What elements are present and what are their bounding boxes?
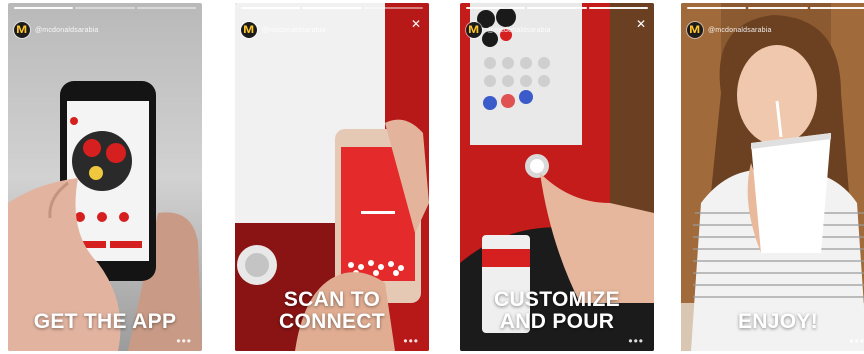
story-card-scan-to-connect[interactable]: M @mcdonaldsarabia ✕ SCAN TO CONNECT •••: [235, 3, 429, 351]
golden-arches-icon: M: [16, 23, 28, 36]
mcdonalds-logo-avatar[interactable]: M: [14, 22, 30, 38]
story-header[interactable]: M @mcdonaldsarabia: [241, 22, 326, 38]
mcdonalds-logo-avatar[interactable]: M: [466, 22, 482, 38]
story-progress-bar: [14, 7, 196, 9]
golden-arches-icon: M: [468, 23, 480, 36]
story-card-enjoy[interactable]: M @mcdonaldsarabia ENJOY! •••: [681, 3, 864, 351]
story-header[interactable]: M @mcdonaldsarabia: [466, 22, 551, 38]
close-icon[interactable]: ✕: [411, 18, 421, 30]
account-name[interactable]: @mcdonaldsarabia: [262, 27, 326, 34]
close-icon[interactable]: ✕: [636, 18, 646, 30]
mcdonalds-logo-avatar[interactable]: M: [241, 22, 257, 38]
account-name[interactable]: @mcdonaldsarabia: [35, 27, 99, 34]
story-card-get-the-app[interactable]: M @mcdonaldsarabia GET THE APP •••: [8, 3, 202, 351]
story-caption: CUSTOMIZE AND POUR: [494, 288, 620, 333]
story-caption: GET THE APP: [33, 310, 177, 333]
golden-arches-icon: M: [689, 23, 701, 36]
story-header[interactable]: M @mcdonaldsarabia: [14, 22, 99, 38]
story-header[interactable]: M @mcdonaldsarabia: [687, 22, 772, 38]
story-progress-bar: [241, 7, 423, 9]
golden-arches-icon: M: [243, 23, 255, 36]
story-photo-woman-drinking: [681, 3, 864, 351]
story-caption: ENJOY!: [738, 310, 818, 333]
more-options-icon[interactable]: •••: [628, 335, 644, 347]
more-options-icon[interactable]: •••: [176, 335, 192, 347]
mcdonalds-logo-avatar[interactable]: M: [687, 22, 703, 38]
story-progress-bar: [466, 7, 648, 9]
more-options-icon[interactable]: •••: [403, 335, 419, 347]
story-caption: SCAN TO CONNECT: [279, 288, 385, 333]
story-progress-bar: [687, 7, 864, 9]
more-options-icon[interactable]: •••: [849, 335, 864, 347]
story-photo-phone-app: [8, 3, 202, 351]
account-name[interactable]: @mcdonaldsarabia: [487, 27, 551, 34]
story-card-customize-and-pour[interactable]: M @mcdonaldsarabia ✕ CUSTOMIZE AND POUR …: [460, 3, 654, 351]
account-name[interactable]: @mcdonaldsarabia: [708, 27, 772, 34]
